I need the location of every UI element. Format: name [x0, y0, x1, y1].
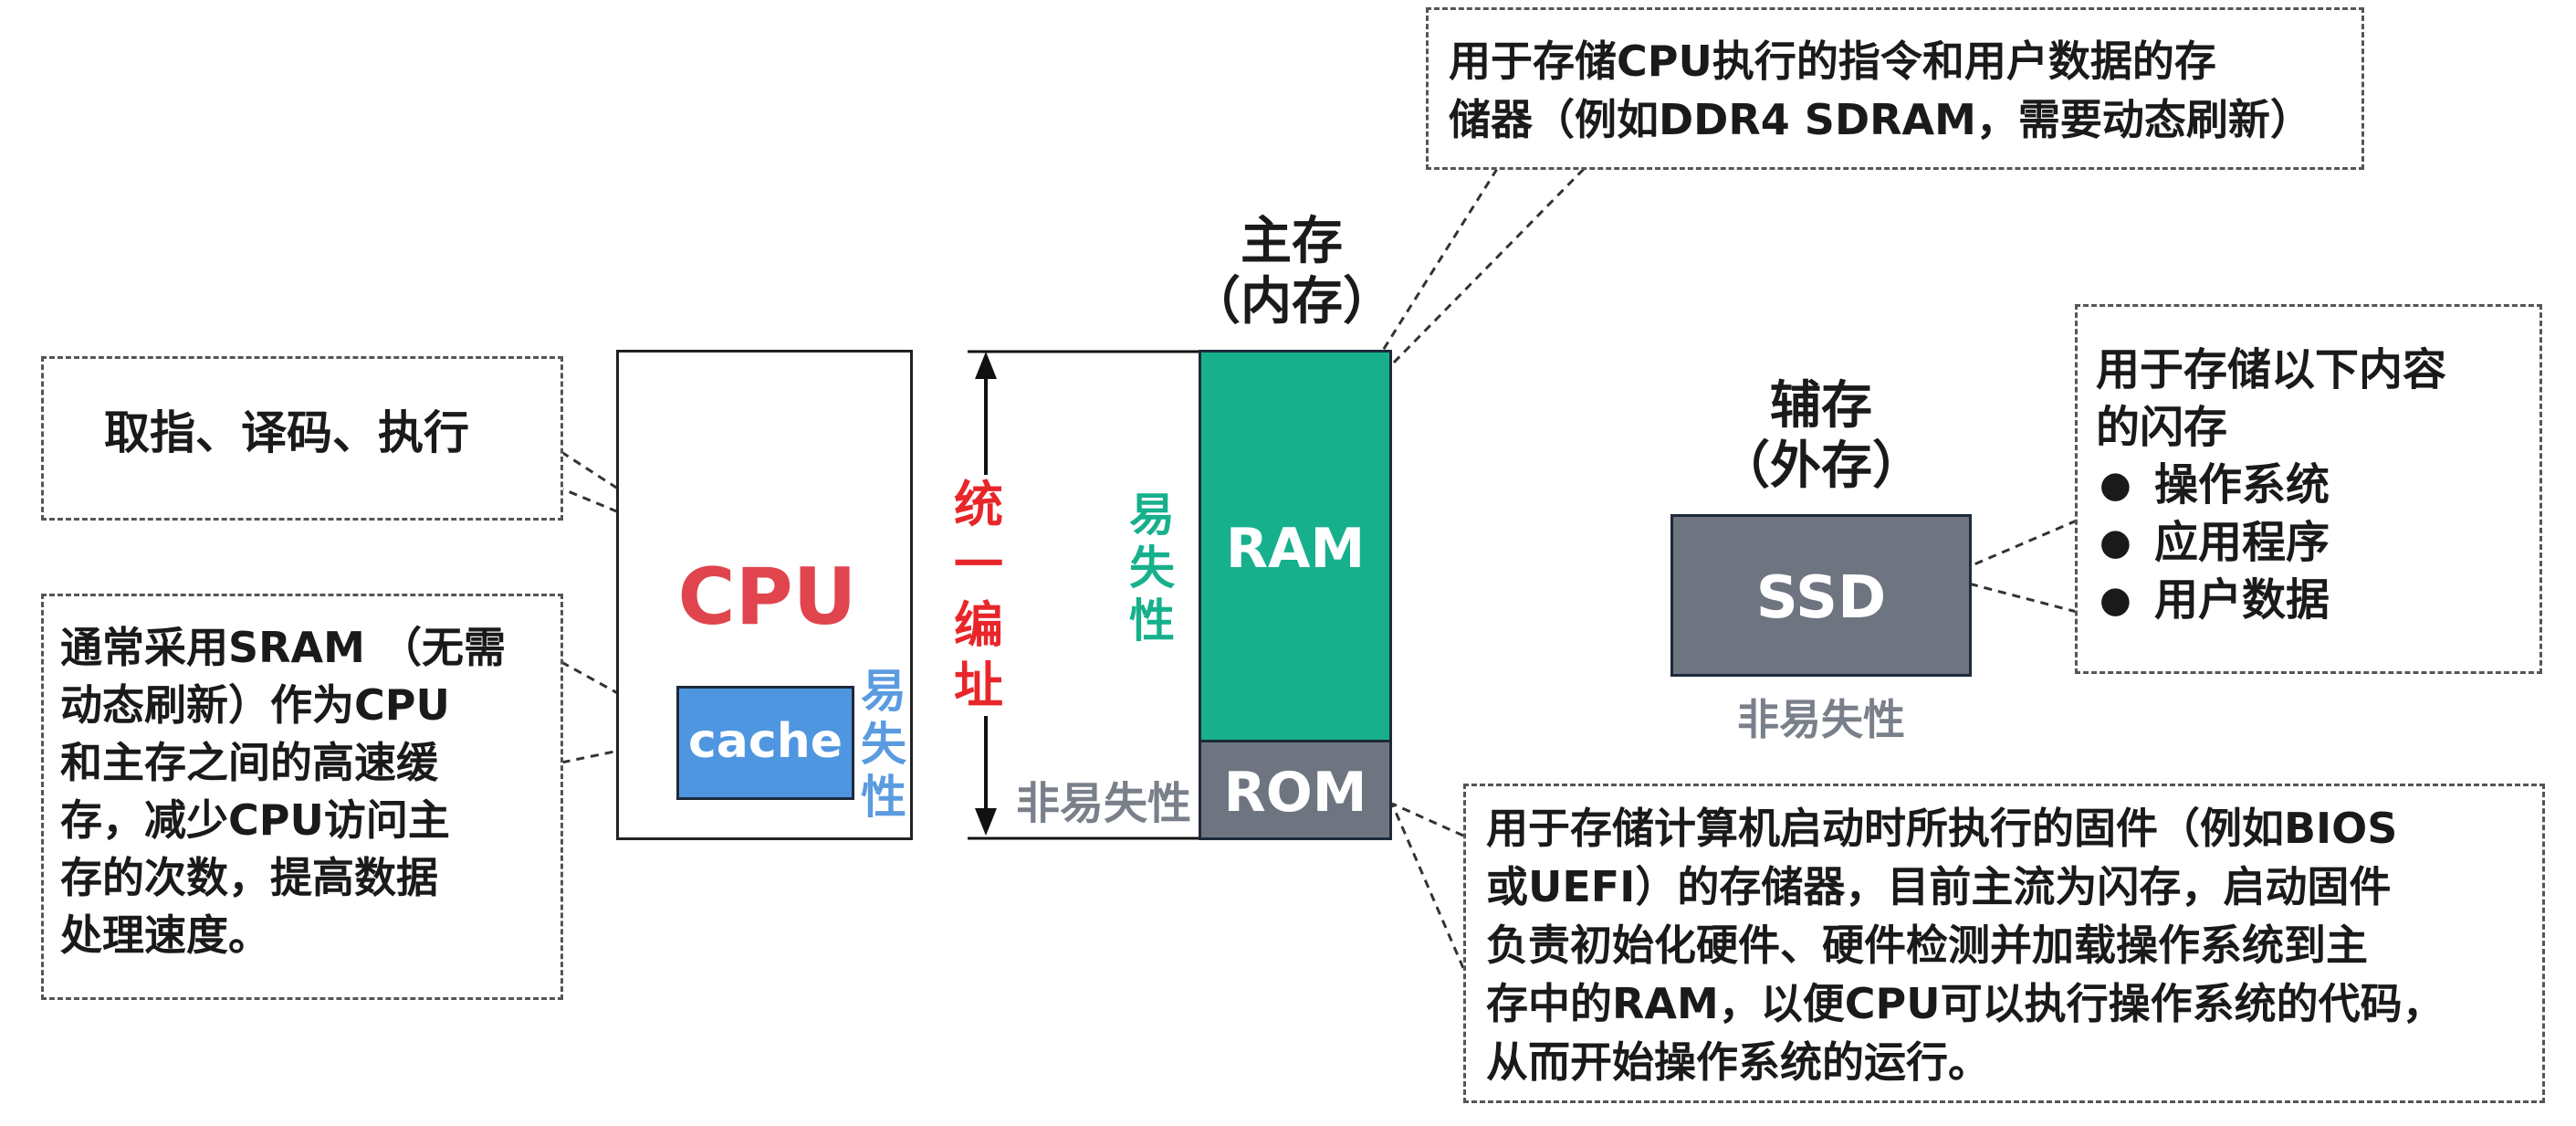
unified-char: 一 — [954, 536, 1003, 594]
rom-note-text: 用于存储计算机启动时所执行的固件（例如BIOS 或UEFI）的存储器，目前主流为… — [1486, 799, 2536, 1091]
cpu-label: CPU — [677, 552, 857, 643]
ssd-note-intro-line: 的闪存 — [2096, 402, 2228, 453]
ram-block: RAM — [1199, 350, 1392, 742]
cache-label: cache — [687, 714, 843, 769]
main-memory-title: 主存 （内存） — [1187, 212, 1397, 332]
ram-volatile-char: 性 — [1129, 595, 1175, 647]
cpu-block: CPU cache 易 失 性 — [616, 350, 913, 840]
cache-note-line: 动态刷新）作为CPU — [60, 680, 450, 730]
rom-note-pointer-2 — [1390, 803, 1465, 969]
cache-volatile-char: 失 — [861, 718, 906, 771]
ssd-note-intro-line: 用于存储以下内容 — [2096, 344, 2447, 395]
rom-nonvolatile-label: 非易失性 — [1009, 767, 1191, 831]
cache-volatile-char: 易 — [861, 665, 906, 718]
rom-note-line: 从而开始操作系统的运行。 — [1486, 1037, 1990, 1087]
main-memory-subtitle-text: （内存） — [1189, 272, 1394, 331]
secondary-subtitle-text: （外存） — [1719, 437, 1923, 496]
rom-note-line: 存中的RAM，以便CPU可以执行操作系统的代码， — [1486, 979, 2445, 1028]
ram-volatile-char: 易 — [1129, 489, 1175, 542]
cpu-note-text: 取指、译码、执行 — [104, 406, 469, 459]
ssd-note-box: 用于存储以下内容 的闪存 操作系统 应用程序 用户数据 — [2075, 304, 2542, 674]
ssd-note-list: 操作系统 应用程序 用户数据 — [2096, 457, 2534, 629]
cache-note-text: 通常采用SRAM （无需 动态刷新）作为CPU 和主存之间的高速缓 存，减少CP… — [60, 619, 562, 964]
rom-block: ROM — [1199, 740, 1392, 840]
cache-note-line: 和主存之间的高速缓 — [60, 738, 438, 787]
cache-volatile-char: 性 — [861, 771, 906, 824]
ram-volatile-label: 易 失 性 — [1125, 489, 1179, 647]
ssd-note-item: 应用程序 — [2096, 514, 2534, 572]
ssd-label: SSD — [1755, 564, 1887, 632]
cache-note-line: 存的次数，提高数据 — [60, 853, 438, 902]
cache-note-line: 存，减少CPU访问主 — [60, 795, 450, 845]
arrowhead-up — [975, 352, 997, 379]
unified-char: 址 — [954, 657, 1003, 714]
rom-note-line: 用于存储计算机启动时所执行的固件（例如BIOS — [1486, 804, 2398, 853]
ram-note-line: 储器（例如DDR4 SDRAM，需要动态刷新） — [1449, 95, 2312, 144]
unified-address-label: 统 一 编 址 — [951, 475, 1006, 716]
secondary-storage-title: 辅存 （外存） — [1716, 376, 1926, 497]
cache-note-line: 通常采用SRAM （无需 — [60, 623, 506, 672]
ram-note-box: 用于存储CPU执行的指令和用户数据的存 储器（例如DDR4 SDRAM，需要动态… — [1426, 7, 2364, 170]
cache-note-box: 通常采用SRAM （无需 动态刷新）作为CPU 和主存之间的高速缓 存，减少CP… — [41, 594, 563, 1000]
cache-block: cache — [676, 686, 854, 800]
arrowhead-down — [975, 808, 997, 836]
ram-note-text: 用于存储CPU执行的指令和用户数据的存 储器（例如DDR4 SDRAM，需要动态… — [1449, 32, 2361, 149]
rom-note-line: 或UEFI）的存储器，目前主流为闪存，启动固件 — [1486, 862, 2392, 911]
ssd-note-item: 操作系统 — [2096, 457, 2534, 514]
ssd-note-text: 用于存储以下内容 的闪存 操作系统 应用程序 用户数据 — [2096, 342, 2534, 629]
cpu-note-box: 取指、译码、执行 — [41, 356, 563, 521]
ssd-note-item: 用户数据 — [2096, 572, 2534, 629]
rom-label: ROM — [1223, 761, 1367, 825]
rom-note-box: 用于存储计算机启动时所执行的固件（例如BIOS 或UEFI）的存储器，目前主流为… — [1463, 784, 2545, 1103]
rom-note-line: 负责初始化硬件、硬件检测并加载操作系统到主 — [1486, 921, 2368, 970]
unified-char: 统 — [954, 476, 1003, 533]
main-memory-title-text: 主存 — [1241, 212, 1343, 271]
ram-volatile-char: 失 — [1129, 542, 1175, 595]
unified-char: 编 — [954, 596, 1003, 654]
cache-note-line: 处理速度。 — [60, 910, 270, 960]
ssd-nonvolatile-label: 非易失性 — [1737, 695, 1905, 744]
ram-note-line: 用于存储CPU执行的指令和用户数据的存 — [1449, 37, 2216, 86]
ram-label: RAM — [1225, 517, 1366, 581]
ssd-block: SSD — [1670, 514, 1972, 677]
secondary-title-text: 辅存 — [1770, 376, 1872, 436]
cache-volatile-label: 易 失 性 — [856, 665, 911, 824]
